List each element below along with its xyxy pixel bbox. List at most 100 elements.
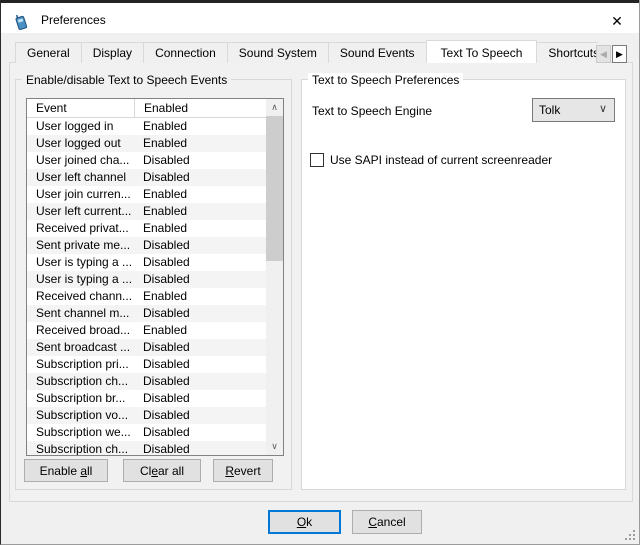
table-row[interactable]: Received broad... Enabled [27,322,266,339]
event-table-header[interactable]: Event Enabled [27,99,266,118]
event-cell: Sent broadcast ... [27,339,136,356]
preferences-dialog: Preferences ✕ GeneralDisplayConnectionSo… [0,0,640,545]
status-cell: Disabled [136,424,266,441]
table-row[interactable]: Subscription ch... Disabled [27,373,266,390]
status-cell: Disabled [136,339,266,356]
window-title: Preferences [41,13,106,27]
tab-scroll-left-icon[interactable]: ◀ [596,45,611,63]
status-cell: Disabled [136,169,266,186]
table-row[interactable]: User left current... Enabled [27,203,266,220]
sapi-checkbox-label: Use SAPI instead of current screenreader [330,153,552,167]
event-cell: Received chann... [27,288,136,305]
label-mnemonic: C [368,515,377,529]
event-cell: User left channel [27,169,136,186]
table-row[interactable]: Subscription pri... Disabled [27,356,266,373]
table-row[interactable]: User left channel Disabled [27,169,266,186]
table-row[interactable]: Sent broadcast ... Disabled [27,339,266,356]
table-row[interactable]: User logged in Enabled [27,118,266,135]
engine-label: Text to Speech Engine [312,104,432,118]
tab-sound-system[interactable]: Sound System [227,42,329,63]
event-cell: User logged out [27,135,136,152]
tts-engine-select[interactable]: Tolk ∨ [532,98,615,122]
label-mnemonic: a [80,464,87,478]
scrollbar-thumb[interactable] [266,116,283,261]
tab-connection[interactable]: Connection [143,42,228,63]
label-mnemonic: O [297,515,306,529]
status-cell: Disabled [136,254,266,271]
scroll-down-icon[interactable]: ∨ [266,438,283,455]
status-cell: Disabled [136,356,266,373]
event-cell: Sent channel m... [27,305,136,322]
event-cell: Subscription ch... [27,441,136,455]
table-row[interactable]: Received chann... Enabled [27,288,266,305]
label-part: Cl [140,464,151,478]
tts-events-group: Enable/disable Text to Speech Events Eve… [15,79,292,490]
ok-button[interactable]: Ok [268,510,341,534]
event-cell: User is typing a ... [27,254,136,271]
event-cell: Received broad... [27,322,136,339]
scroll-up-icon[interactable]: ∧ [266,99,283,116]
table-row[interactable]: User logged out Enabled [27,135,266,152]
table-row[interactable]: Received privat... Enabled [27,220,266,237]
event-cell: User join curren... [27,186,136,203]
label-mnemonic: e [151,464,158,478]
table-row[interactable]: User join curren... Enabled [27,186,266,203]
status-cell: Disabled [136,237,266,254]
event-cell: Subscription ch... [27,373,136,390]
event-cell: Subscription we... [27,424,136,441]
table-row[interactable]: Subscription ch... Disabled [27,441,266,455]
table-row[interactable]: Subscription vo... Disabled [27,407,266,424]
event-cell: Sent private me... [27,237,136,254]
status-cell: Enabled [136,220,266,237]
label-part: k [306,515,312,529]
event-cell: User left current... [27,203,136,220]
resize-grip[interactable] [623,528,636,541]
status-cell: Enabled [136,186,266,203]
status-cell: Enabled [136,203,266,220]
tab-bar: GeneralDisplayConnectionSound SystemSoun… [15,40,598,63]
table-row[interactable]: User is typing a ... Disabled [27,271,266,288]
label-part: ancel [377,515,406,529]
event-cell: Subscription br... [27,390,136,407]
table-row[interactable]: Subscription we... Disabled [27,424,266,441]
status-cell: Disabled [136,271,266,288]
tab-display[interactable]: Display [81,42,144,63]
tab-scroll-right-icon[interactable]: ▶ [612,45,627,63]
titlebar[interactable]: Preferences ✕ [1,3,639,33]
column-header-enabled[interactable]: Enabled [135,99,266,117]
cancel-button[interactable]: Cancel [352,510,422,534]
event-list-scrollbar[interactable]: ∧ ∨ [266,99,283,455]
tab-shortcuts[interactable]: Shortcuts [536,42,598,63]
event-cell: Subscription vo... [27,407,136,424]
status-cell: Enabled [136,288,266,305]
label-part: Enable [40,464,81,478]
sapi-checkbox-row[interactable]: Use SAPI instead of current screenreader [310,153,552,167]
column-header-event[interactable]: Event [27,99,135,117]
sapi-checkbox[interactable] [310,153,324,167]
tab-text-to-speech[interactable]: Text To Speech [426,40,538,63]
status-cell: Enabled [136,118,266,135]
event-table-body: User logged in Enabled User logged out E… [27,118,266,455]
status-cell: Disabled [136,441,266,455]
table-row[interactable]: Sent channel m... Disabled [27,305,266,322]
event-cell: Received privat... [27,220,136,237]
revert-button[interactable]: Revert [213,459,273,482]
label-part: ll [87,464,92,478]
tts-engine-value: Tolk [539,103,560,117]
table-row[interactable]: Subscription br... Disabled [27,390,266,407]
tts-events-group-title: Enable/disable Text to Speech Events [22,73,231,87]
tab-general[interactable]: General [15,42,82,63]
status-cell: Disabled [136,152,266,169]
event-cell: User logged in [27,118,136,135]
enable-all-button[interactable]: Enable all [24,459,108,482]
clear-all-button[interactable]: Clear all [123,459,201,482]
tts-preferences-group: Text to Speech Preferences Text to Speec… [301,79,626,490]
event-cell: User joined cha... [27,152,136,169]
label-part: ar all [158,464,184,478]
close-icon[interactable]: ✕ [605,10,629,32]
table-row[interactable]: Sent private me... Disabled [27,237,266,254]
table-row[interactable]: User is typing a ... Disabled [27,254,266,271]
event-table[interactable]: Event Enabled User logged in Enabled Use… [26,98,284,456]
tab-sound-events[interactable]: Sound Events [328,42,427,63]
table-row[interactable]: User joined cha... Disabled [27,152,266,169]
